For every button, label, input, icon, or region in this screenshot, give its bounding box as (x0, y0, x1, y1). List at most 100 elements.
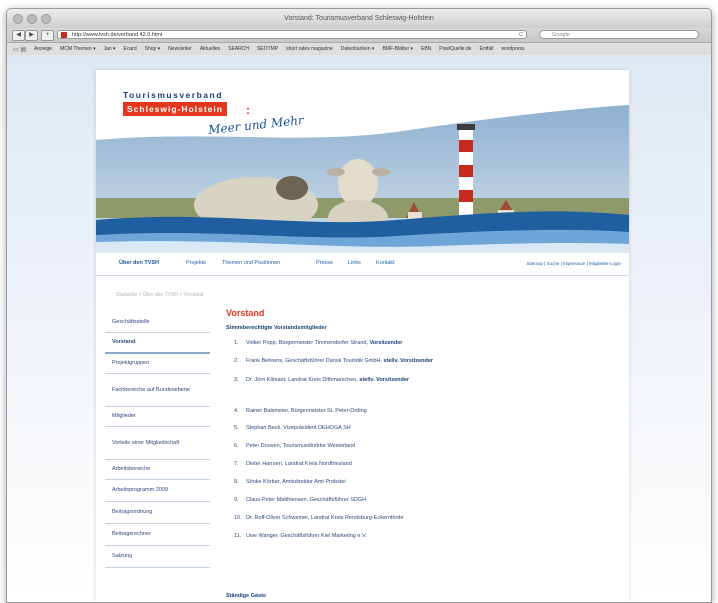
nav-item-themen[interactable]: Themen und Positionen (222, 260, 280, 266)
minimize-window-icon[interactable] (27, 14, 37, 24)
bookmarks-icon[interactable]: ▭ ▤ (13, 46, 26, 53)
sidebar-item[interactable]: Beitragsrechner (105, 524, 210, 546)
logo-line-1: Tourismusverband (123, 90, 223, 100)
nav-item-projekte[interactable]: Projekte (186, 260, 206, 266)
back-button[interactable]: ◀ (12, 30, 25, 41)
page-container: Tourismusverband Schleswig-Holstein : Me… (96, 70, 629, 602)
list-item: 2. Frank Behrens, Geschäftsführer Dansk T… (234, 358, 433, 364)
bookmark-item[interactable]: PixelQuelle.de (439, 46, 471, 52)
list-text: Volker Popp, Bürgermeister Timmendorfer … (246, 340, 368, 346)
logo-colon: : (246, 103, 250, 117)
list-role: stellv. Vorsitzender (359, 377, 410, 383)
forward-button[interactable]: ▶ (25, 30, 38, 41)
bookmark-item[interactable]: Datenbanken ▾ (341, 46, 375, 52)
list-item: 4. Rainer Balsmeier, Bürgermeister St. Pe… (234, 408, 367, 414)
window-controls (13, 14, 51, 24)
sidebar-nav: Geschäftsstelle Vorstand Projektgruppen … (105, 313, 210, 568)
list-text: Dr. Rolf-Oliver Schwemer, Landrat Kreis … (246, 515, 404, 521)
reload-icon[interactable]: C (519, 31, 523, 40)
bookmark-item[interactable]: BMF-Blätter ▾ (382, 46, 413, 52)
search-placeholder: Google (552, 32, 570, 38)
list-text: Peter Douven, Tourismusdirektor Westerla… (246, 443, 356, 449)
search-field[interactable]: Google (539, 30, 699, 39)
nav-item-presse[interactable]: Presse (316, 260, 333, 266)
bookmark-item[interactable]: SEARCH (228, 46, 249, 52)
browser-toolbar: ◀ ▶ + http://www.tvsh.de/verband.42.0.ht… (7, 28, 711, 43)
logo-line-2: Schleswig-Holstein (123, 102, 227, 116)
page-title: Vorstand (226, 308, 265, 318)
list-item: 3. Dr. Jörn Klimant, Landrat Kreis Dithma… (234, 377, 409, 383)
list-item: 9. Claus-Peter Matthiensen, Geschäftsführ… (234, 497, 366, 503)
bookmark-item[interactable]: short rates magazine (286, 46, 333, 52)
browser-window: Vorstand: Tourismusverband Schleswig-Hol… (6, 8, 712, 603)
bookmark-item[interactable]: Ecard (124, 46, 137, 52)
section-heading-guests: Ständige Gäste (226, 593, 267, 599)
list-text: Uwe Wanger, Geschäftsführer Kiel Marketi… (246, 533, 367, 539)
list-number: 9. (234, 497, 239, 503)
header-banner: Tourismusverband Schleswig-Holstein : Me… (96, 70, 629, 253)
list-text: Dieter Harrsen, Landrat Kreis Nordfriesl… (246, 461, 352, 467)
list-role: Vorsitzender (369, 340, 403, 346)
bookmark-item[interactable]: wordpress (501, 46, 524, 52)
sidebar-item[interactable]: Vorteile einer Mitgliedschaft (105, 427, 210, 460)
sidebar-item[interactable]: Mitglieder (105, 407, 210, 427)
section-heading: Stimmberechtigte Vorstandsmitglieder (226, 325, 327, 331)
bookmark-item[interactable]: EBN (421, 46, 431, 52)
list-number: 8. (234, 479, 239, 485)
title-bar: Vorstand: Tourismusverband Schleswig-Hol… (7, 9, 711, 28)
list-text: Rainer Balsmeier, Bürgermeister St. Pete… (246, 408, 367, 414)
sidebar-item[interactable]: Satzung (105, 546, 210, 568)
list-number: 7. (234, 461, 239, 467)
list-item: 11. Uwe Wanger, Geschäftsführer Kiel Mark… (234, 533, 367, 539)
list-role: stellv. Vorsitzender (383, 358, 434, 364)
list-text: Claus-Peter Matthiensen, Geschäftsführer… (246, 497, 367, 503)
nav-item-kontakt[interactable]: Kontakt (376, 260, 395, 266)
sidebar-item[interactable]: Beitragsordnung (105, 502, 210, 524)
nav-item-ueber[interactable]: Über den TVSH (119, 260, 159, 266)
list-item: 1. Volker Popp, Bürgermeister Timmendorfe… (234, 340, 402, 346)
sidebar-item[interactable]: Geschäftsstelle (105, 313, 210, 333)
list-text: Stephan Beck, Vizepräsident DEHOGA SH (246, 425, 351, 431)
main-navigation: Über den TVSH Projekte Themen und Positi… (96, 253, 629, 276)
list-text: Dr. Jörn Klimant, Landrat Kreis Dithmars… (246, 377, 358, 383)
list-number: 6. (234, 443, 239, 449)
bookmark-item[interactable]: MCM Themen ▾ (60, 46, 95, 52)
list-item: 7. Dieter Harrsen, Landrat Kreis Nordfrie… (234, 461, 352, 467)
sidebar-item[interactable]: Arbeitsprogramm 2009 (105, 480, 210, 502)
list-text: Frank Behrens, Geschäftsführer Dansk Tou… (246, 358, 382, 364)
window-title: Vorstand: Tourismusverband Schleswig-Hol… (284, 15, 434, 22)
zoom-window-icon[interactable] (41, 14, 51, 24)
list-item: 6. Peter Douven, Tourismusdirektor Wester… (234, 443, 355, 449)
close-window-icon[interactable] (13, 14, 23, 24)
sidebar-item[interactable]: Fachbereiche auf Bundesebene (105, 374, 210, 407)
sidebar-item[interactable]: Projektgruppen (105, 354, 210, 374)
bookmark-item[interactable]: Entfall (480, 46, 494, 52)
web-content: Tourismusverband Schleswig-Holstein : Me… (7, 55, 711, 602)
list-number: 1. (234, 340, 239, 346)
list-number: 5. (234, 425, 239, 431)
bookmark-item[interactable]: SEOTMP (257, 46, 278, 52)
url-text: http://www.tvsh.de/verband.42.0.html (72, 32, 163, 38)
main-content: Vorstand Stimmberechtigte Vorstandsmitgl… (226, 308, 616, 539)
bookmark-item[interactable]: Aktuelles (200, 46, 220, 52)
favicon-icon (61, 32, 67, 38)
bookmark-item[interactable]: Anzeige (34, 46, 52, 52)
list-number: 10. (234, 515, 242, 521)
utility-links[interactable]: Sitemap | Suche | Impressum | Mitglieder… (526, 261, 621, 266)
sidebar-item-active[interactable]: Vorstand (105, 333, 210, 354)
address-bar[interactable]: http://www.tvsh.de/verband.42.0.html C (57, 30, 527, 39)
list-item: 5. Stephan Beck, Vizepräsident DEHOGA SH (234, 425, 351, 431)
sidebar-item[interactable]: Arbeitsbereiche (105, 460, 210, 480)
bookmark-item[interactable]: Newsletter (168, 46, 192, 52)
add-bookmark-button[interactable]: + (41, 30, 54, 41)
breadcrumb[interactable]: Startseite > Über den TVSH > Vorstand (116, 292, 203, 298)
bookmark-item[interactable]: Jan ▾ (104, 46, 116, 52)
list-item: 8. Sönke Körber, Amtsdirektor Amt Probste… (234, 479, 346, 485)
list-number: 3. (234, 377, 239, 383)
list-item: 10. Dr. Rolf-Oliver Schwemer, Landrat Kre… (234, 515, 403, 521)
list-number: 4. (234, 408, 239, 414)
list-number: 11. (234, 533, 242, 539)
list-text: Sönke Körber, Amtsdirektor Amt Probstei (246, 479, 346, 485)
bookmark-item[interactable]: Shop ▾ (145, 46, 161, 52)
nav-item-links[interactable]: Links (348, 260, 361, 266)
